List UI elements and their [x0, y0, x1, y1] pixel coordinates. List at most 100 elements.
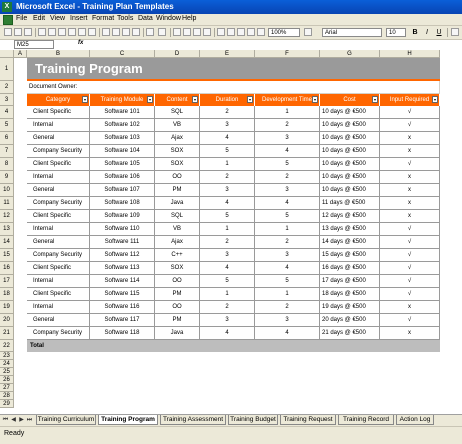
table-cell[interactable]: 20 days @ €500 [320, 314, 380, 327]
row-header-8[interactable]: 8 [0, 158, 14, 171]
row-header-7[interactable]: 7 [0, 145, 14, 158]
table-cell[interactable]: Software 108 [90, 197, 155, 210]
table-cell[interactable]: 10 days @ €500 [320, 145, 380, 158]
row-header-21[interactable]: 21 [0, 327, 14, 340]
table-cell[interactable]: 4 [200, 327, 255, 340]
table-cell[interactable]: 1 [200, 158, 255, 171]
table-cell[interactable]: 17 days @ €500 [320, 275, 380, 288]
row-header-3[interactable]: 3 [0, 94, 14, 106]
row-header-20[interactable]: 20 [0, 314, 14, 327]
table-cell[interactable]: 3 [200, 249, 255, 262]
table-cell[interactable]: 4 [255, 197, 320, 210]
row-header-28[interactable]: 28 [0, 392, 14, 400]
row-header-15[interactable]: 15 [0, 249, 14, 262]
document-owner-label[interactable]: Document Owner: [27, 81, 440, 94]
table-cell[interactable]: 10 days @ €500 [320, 132, 380, 145]
sort-ascending-icon[interactable] [193, 28, 201, 36]
table-cell[interactable]: x [380, 132, 440, 145]
table-cell[interactable]: PM [155, 184, 200, 197]
sheet-tab-action-log[interactable]: Action Log [396, 415, 434, 425]
filter-dropdown-icon[interactable] [247, 96, 253, 103]
table-cell[interactable]: Software 107 [90, 184, 155, 197]
table-cell[interactable]: 10 days @ €500 [320, 171, 380, 184]
table-cell[interactable]: Software 105 [90, 158, 155, 171]
table-cell[interactable]: 5 [255, 210, 320, 223]
table-cell[interactable]: 2 [200, 236, 255, 249]
underline-button[interactable]: U [435, 28, 443, 37]
font-select[interactable]: Arial [322, 28, 382, 37]
table-cell[interactable]: 3 [255, 132, 320, 145]
table-cell[interactable]: Software 111 [90, 236, 155, 249]
table-cell[interactable]: Company Security [27, 327, 90, 340]
map-icon[interactable] [247, 28, 255, 36]
table-cell[interactable]: √ [380, 249, 440, 262]
row-header-18[interactable]: 18 [0, 288, 14, 301]
table-cell[interactable]: 5 [200, 210, 255, 223]
table-cell[interactable]: Software 115 [90, 288, 155, 301]
filter-dropdown-icon[interactable] [147, 96, 153, 103]
table-cell[interactable]: Internal [27, 171, 90, 184]
table-cell[interactable]: 3 [200, 314, 255, 327]
table-cell[interactable]: Software 114 [90, 275, 155, 288]
table-cell[interactable]: x [380, 301, 440, 314]
sheet-tab-training-assessment[interactable]: Training Assessment [160, 415, 226, 425]
sheet-tab-training-program[interactable]: Training Program [98, 415, 158, 425]
table-cell[interactable]: SQL [155, 106, 200, 119]
table-cell[interactable]: Software 116 [90, 301, 155, 314]
table-cell[interactable]: OO [155, 275, 200, 288]
table-cell[interactable]: VB [155, 223, 200, 236]
permission-icon[interactable] [38, 28, 46, 36]
print-preview-icon[interactable] [68, 28, 76, 36]
column-header-a[interactable]: A [14, 50, 27, 58]
table-cell[interactable]: Software 102 [90, 119, 155, 132]
filter-dropdown-icon[interactable] [372, 96, 378, 103]
table-cell[interactable]: 18 days @ €500 [320, 288, 380, 301]
table-cell[interactable]: Software 106 [90, 171, 155, 184]
table-cell[interactable]: Software 118 [90, 327, 155, 340]
table-cell[interactable]: Software 104 [90, 145, 155, 158]
font-size-select[interactable]: 10 [386, 28, 406, 37]
table-cell[interactable]: 4 [200, 197, 255, 210]
hyperlink-icon[interactable] [173, 28, 181, 36]
table-cell[interactable]: Client Specific [27, 262, 90, 275]
research-icon[interactable] [88, 28, 96, 36]
help-icon[interactable] [304, 28, 312, 36]
column-header-d[interactable]: D [155, 50, 200, 58]
table-cell[interactable]: VB [155, 119, 200, 132]
table-cell[interactable]: SOX [155, 145, 200, 158]
italic-button[interactable]: I [423, 28, 431, 37]
table-cell[interactable]: Software 113 [90, 262, 155, 275]
table-cell[interactable]: Client Specific [27, 158, 90, 171]
table-cell[interactable]: 2 [200, 106, 255, 119]
chart-wizard-icon[interactable] [217, 28, 225, 36]
row-header-16[interactable]: 16 [0, 262, 14, 275]
save-icon[interactable] [24, 28, 32, 36]
table-cell[interactable]: x [380, 171, 440, 184]
table-cell[interactable]: 4 [200, 262, 255, 275]
column-header-f[interactable]: F [255, 50, 320, 58]
drawing-icon[interactable] [227, 28, 235, 36]
table-cell[interactable]: 4 [200, 132, 255, 145]
menu-window[interactable]: Window [156, 15, 181, 22]
table-cell[interactable]: 12 days @ €500 [320, 210, 380, 223]
row-header-11[interactable]: 11 [0, 197, 14, 210]
table-cell[interactable]: 19 days @ €500 [320, 301, 380, 314]
row-header-13[interactable]: 13 [0, 223, 14, 236]
table-cell[interactable]: 2 [200, 301, 255, 314]
table-cell[interactable]: 2 [200, 171, 255, 184]
new-icon[interactable] [4, 28, 12, 36]
table-cell[interactable]: Company Security [27, 197, 90, 210]
table-cell[interactable]: OO [155, 171, 200, 184]
table-cell[interactable]: Internal [27, 301, 90, 314]
table-cell[interactable]: PM [155, 288, 200, 301]
print-icon[interactable] [58, 28, 66, 36]
table-cell[interactable]: x [380, 210, 440, 223]
filter-dropdown-icon[interactable] [432, 96, 438, 103]
table-cell[interactable]: Software 101 [90, 106, 155, 119]
table-cell[interactable]: Client Specific [27, 106, 90, 119]
table-cell[interactable]: 5 [200, 145, 255, 158]
format-painter-icon[interactable] [132, 28, 140, 36]
table-cell[interactable]: 15 days @ €500 [320, 249, 380, 262]
row-header-19[interactable]: 19 [0, 301, 14, 314]
cut-icon[interactable] [102, 28, 110, 36]
